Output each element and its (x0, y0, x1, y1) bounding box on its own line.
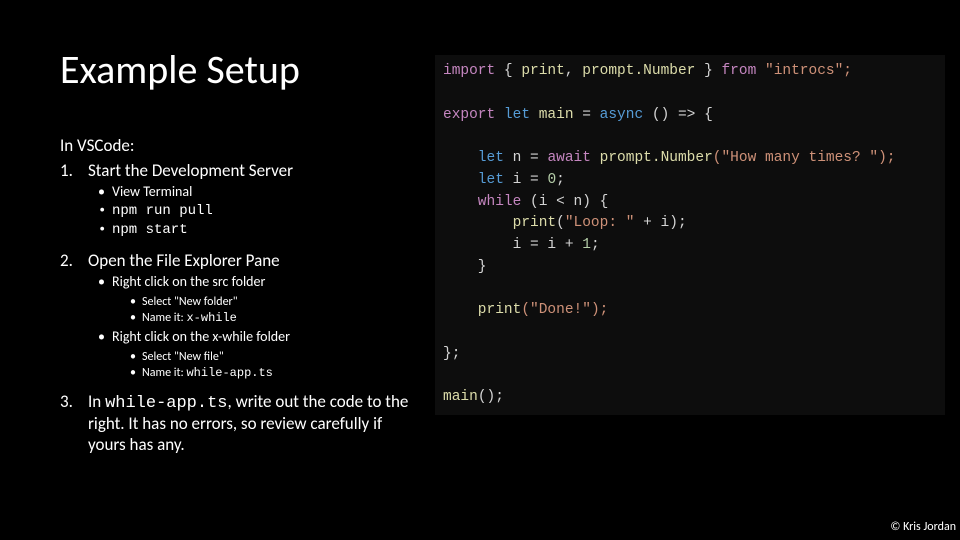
tok: ; (556, 172, 565, 188)
tok: i = (513, 172, 548, 188)
kw-from: from (721, 63, 756, 79)
step-2-sub-1: Right click on the src folder Select "Ne… (98, 273, 420, 326)
step-1-sub-3: npm start (98, 221, 420, 240)
blank-line (443, 279, 937, 301)
step-2-sub-2a: Select "New file" (130, 349, 420, 365)
tok: ; (591, 237, 600, 253)
tok: = (574, 107, 600, 123)
tok: } (695, 63, 721, 79)
blank-line (443, 83, 937, 105)
str: "Loop: " (565, 215, 635, 231)
tok: , (565, 63, 582, 79)
num: 1 (582, 237, 591, 253)
step-2-sub-2: Right click on the x-while folder Select… (98, 328, 420, 381)
step-3-filename: while-app.ts (105, 394, 227, 413)
tok: ( (556, 215, 565, 231)
step-2-sub-2b: Name it: while-app.ts (130, 365, 420, 381)
kw-while: while (443, 194, 530, 210)
steps-list: Start the Development Server View Termin… (60, 160, 420, 455)
kw-export: export (443, 107, 495, 123)
str: "introcs"; (756, 63, 852, 79)
blank-line (443, 126, 937, 148)
kw-let: let (495, 107, 539, 123)
slide-title: Example Setup (60, 45, 300, 94)
step-3: In while-app.ts, write out the code to t… (60, 391, 420, 455)
step-2: Open the File Explorer Pane Right click … (60, 250, 420, 382)
step-2-sub-2-text: Right click on the x-while folder (112, 328, 290, 345)
copyright-text: © Kris Jordan (890, 520, 956, 534)
label-prefix: Name it: (142, 366, 186, 380)
kw-async: async (600, 107, 644, 123)
tok: + i); (634, 215, 686, 231)
str: ("How many times? "); (713, 150, 896, 166)
blank-line (443, 322, 937, 344)
label-prefix: Name it: (142, 311, 186, 325)
tok: n = (513, 150, 548, 166)
intro-text: In VSCode: (60, 135, 420, 156)
step-2-sub-1a: Select "New folder" (130, 294, 420, 310)
step-1: Start the Development Server View Termin… (60, 160, 420, 240)
fn-prompt: prompt.Number (591, 150, 713, 166)
fn-main: main (539, 107, 574, 123)
instructions-column: In VSCode: Start the Development Server … (60, 135, 420, 465)
tok: (); (478, 389, 504, 405)
blank-line (443, 366, 937, 388)
step-1-sub-1: View Terminal (98, 183, 420, 202)
step-2-sub-1-text: Right click on the src folder (112, 273, 265, 290)
label-mono: x-while (186, 311, 236, 325)
label-mono: while-app.ts (186, 366, 272, 380)
slide: Example Setup In VSCode: Start the Devel… (0, 0, 960, 540)
num: 0 (547, 172, 556, 188)
tok: } (443, 257, 937, 279)
code-block: import { print, prompt.Number } from "in… (435, 55, 945, 415)
fn-print: print (521, 63, 565, 79)
kw-await: await (547, 150, 591, 166)
tok: i = i + (443, 237, 582, 253)
step-3-prefix: In (88, 391, 105, 412)
step-3-title: In while-app.ts, write out the code to t… (88, 391, 420, 455)
fn-print: print (443, 215, 556, 231)
kw-let: let (443, 150, 513, 166)
tok: { (495, 63, 521, 79)
str: ("Done!"); (521, 302, 608, 318)
fn-prompt: prompt.Number (582, 63, 695, 79)
tok: (i < n) { (530, 194, 608, 210)
step-1-title: Start the Development Server (88, 160, 420, 181)
step-1-sub-2: npm run pull (98, 202, 420, 221)
tok: }; (443, 344, 937, 366)
tok: () => { (643, 107, 713, 123)
fn-main: main (443, 389, 478, 405)
kw-import: import (443, 63, 495, 79)
fn-print: print (443, 302, 521, 318)
kw-let: let (443, 172, 513, 188)
step-2-sub-1b: Name it: x-while (130, 310, 420, 326)
step-2-title: Open the File Explorer Pane (88, 250, 420, 271)
